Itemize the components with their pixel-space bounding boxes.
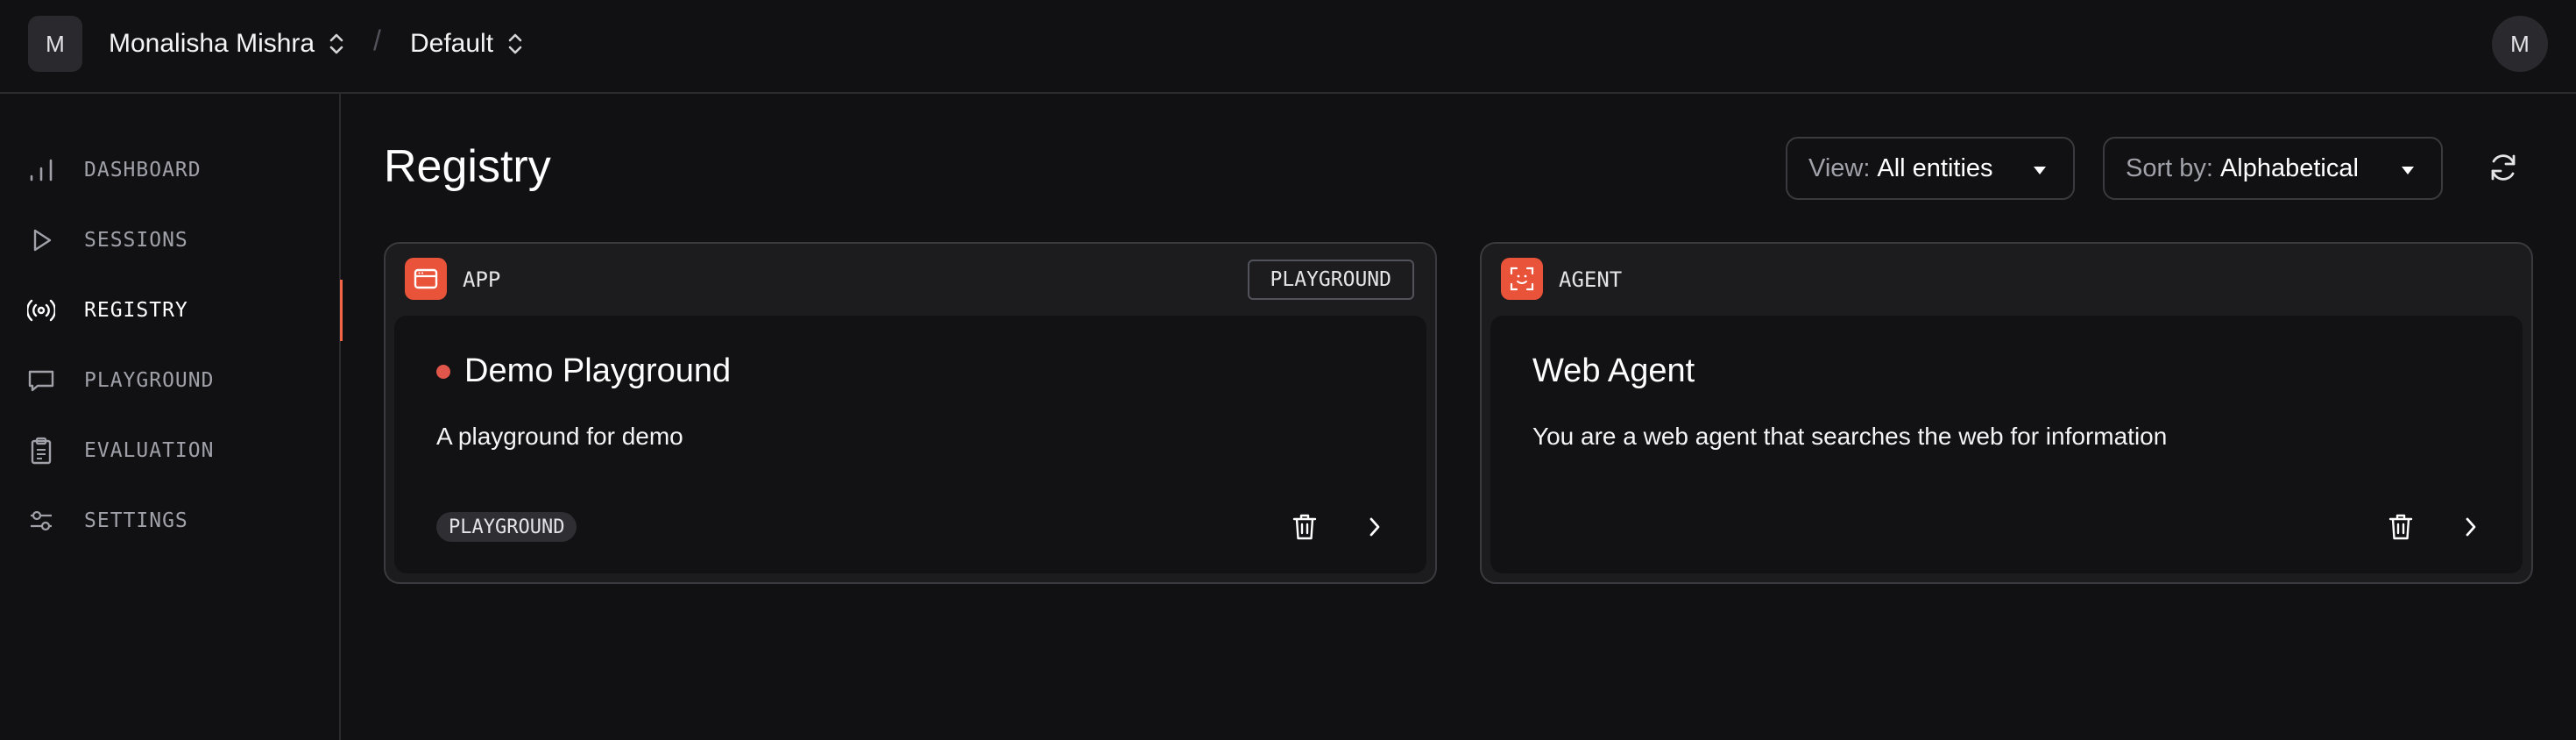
sidebar-item-sessions[interactable]: SESSIONS bbox=[0, 210, 341, 271]
caret-down-icon bbox=[2034, 167, 2046, 174]
page-title: Registry bbox=[384, 141, 551, 192]
card-header: AGENT bbox=[1482, 244, 2531, 314]
view-filter-dropdown[interactable]: View: All entities bbox=[1786, 137, 2075, 200]
card-body: Web Agent You are a web agent that searc… bbox=[1490, 316, 2523, 573]
card-title-text: Web Agent bbox=[1532, 352, 1695, 389]
sidebar-item-label: SESSIONS bbox=[84, 229, 188, 252]
card-type-label: APP bbox=[463, 267, 501, 292]
breadcrumb-separator: / bbox=[373, 25, 381, 56]
project-name: Default bbox=[410, 29, 494, 58]
agent-face-icon bbox=[1501, 258, 1543, 300]
trash-icon bbox=[2388, 514, 2413, 540]
card-description: You are a web agent that searches the we… bbox=[1532, 423, 2168, 450]
chevron-up-down-icon bbox=[329, 33, 343, 54]
open-button[interactable] bbox=[1358, 510, 1391, 544]
chevron-up-down-icon bbox=[508, 33, 522, 54]
user-avatar[interactable]: M bbox=[2492, 16, 2548, 72]
sort-value: Alphabetical bbox=[2219, 153, 2359, 182]
sidebar-item-registry[interactable]: REGISTRY bbox=[0, 280, 343, 341]
message-icon bbox=[26, 366, 56, 395]
card-title-text: Demo Playground bbox=[464, 352, 732, 389]
registry-card[interactable]: AGENT Web Agent You are a web agent that… bbox=[1480, 242, 2533, 584]
card-type-label: AGENT bbox=[1559, 267, 1623, 292]
broadcast-icon bbox=[26, 295, 56, 325]
top-bar: M Monalisha Mishra / Default M bbox=[0, 0, 2576, 94]
sidebar-item-label: DASHBOARD bbox=[84, 159, 202, 181]
app-window-icon bbox=[405, 258, 447, 300]
workspace-name: Monalisha Mishra bbox=[109, 29, 315, 58]
registry-card[interactable]: APP PLAYGROUND Demo Playground A playgro… bbox=[384, 242, 1437, 584]
sidebar-item-playground[interactable]: PLAYGROUND bbox=[0, 350, 341, 411]
sliders-icon bbox=[26, 506, 56, 536]
sidebar: DASHBOARD SESSIONS REGISTRY PLAYGROUND E… bbox=[0, 94, 343, 740]
workspace-avatar[interactable]: M bbox=[28, 16, 82, 72]
trash-icon bbox=[1292, 514, 1317, 540]
delete-button[interactable] bbox=[2384, 510, 2417, 544]
sidebar-item-dashboard[interactable]: DASHBOARD bbox=[0, 139, 341, 201]
card-header-tag: PLAYGROUND bbox=[1247, 260, 1414, 300]
sort-prefix: Sort by: bbox=[2126, 153, 2213, 182]
sort-dropdown[interactable]: Sort by: Alphabetical bbox=[2103, 137, 2443, 200]
card-title: Demo Playground bbox=[436, 352, 731, 390]
sidebar-item-settings[interactable]: SETTINGS bbox=[0, 490, 341, 551]
view-filter-prefix: View: bbox=[1808, 153, 1871, 182]
view-filter-value: All entities bbox=[1877, 153, 1993, 182]
status-dot bbox=[436, 364, 450, 379]
sidebar-item-label: PLAYGROUND bbox=[84, 369, 215, 392]
chevron-right-icon bbox=[1369, 517, 1380, 537]
open-button[interactable] bbox=[2454, 510, 2488, 544]
refresh-icon[interactable] bbox=[2487, 151, 2520, 184]
delete-button[interactable] bbox=[1288, 510, 1321, 544]
sidebar-item-evaluation[interactable]: EVALUATION bbox=[0, 420, 341, 481]
card-title: Web Agent bbox=[1532, 352, 1695, 390]
sidebar-item-label: SETTINGS bbox=[84, 509, 188, 532]
card-header: APP PLAYGROUND bbox=[386, 244, 1435, 314]
caret-down-icon bbox=[2402, 167, 2414, 174]
chevron-right-icon bbox=[2466, 517, 2476, 537]
project-switcher[interactable]: Default bbox=[410, 26, 525, 61]
workspace-switcher[interactable]: Monalisha Mishra bbox=[109, 26, 346, 61]
clipboard-icon bbox=[26, 436, 56, 466]
card-body: Demo Playground A playground for demo PL… bbox=[394, 316, 1426, 573]
play-icon bbox=[26, 225, 56, 255]
card-description: A playground for demo bbox=[436, 423, 683, 450]
sidebar-item-label: REGISTRY bbox=[84, 299, 188, 322]
bar-chart-icon bbox=[26, 155, 56, 185]
sidebar-item-label: EVALUATION bbox=[84, 439, 215, 462]
card-category-pill: PLAYGROUND bbox=[436, 512, 577, 542]
